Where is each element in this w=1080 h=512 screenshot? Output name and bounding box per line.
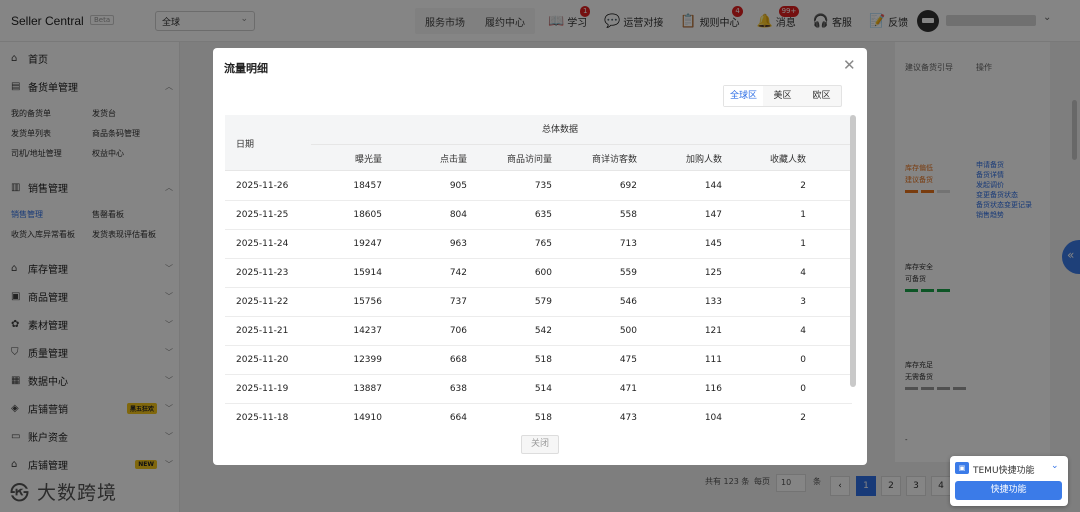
table-cell: 559 [619, 268, 637, 278]
table-cell: 18457 [353, 181, 382, 191]
region-tabs: 全球区 美区 欧区 [723, 85, 842, 107]
table-cell: 125 [704, 268, 722, 278]
tab-us[interactable]: 美区 [763, 86, 802, 106]
table-header: 日期 总体数据 曝光量 点击量 商品访问量 商详访客数 加购人数 收藏人数 [225, 115, 852, 171]
table-cell: 104 [704, 413, 722, 422]
table-cell: 14237 [353, 326, 382, 336]
table-cell: 579 [534, 297, 552, 307]
table-cell: 19247 [353, 239, 382, 249]
cell-date: 2025-11-20 [236, 355, 289, 365]
cell-date: 2025-11-18 [236, 413, 289, 422]
table-cell: 147 [704, 210, 722, 220]
table-row: 2025-11-23 15914 742 600 559 125 4 [225, 259, 852, 288]
table-cell: 542 [534, 326, 552, 336]
table-cell: 706 [449, 326, 467, 336]
table-row: 2025-11-20 12399 668 518 475 111 0 [225, 346, 852, 375]
table-cell: 664 [449, 413, 467, 422]
table-row: 2025-11-21 14237 706 542 500 121 4 [225, 317, 852, 346]
table-cell: 4 [800, 268, 806, 278]
table-cell: 600 [534, 268, 552, 278]
table-cell: 500 [619, 326, 637, 336]
column-header-add-to-cart: 加购人数 [685, 155, 722, 165]
table-cell: 546 [619, 297, 637, 307]
quick-panel-title: TEMU快捷功能 [973, 466, 1035, 476]
tab-eu[interactable]: 欧区 [802, 86, 841, 106]
table-cell: 1 [800, 239, 806, 249]
column-header-favorites: 收藏人数 [769, 155, 806, 165]
cell-date: 2025-11-26 [236, 181, 289, 191]
table-cell: 116 [704, 384, 722, 394]
column-header-impressions: 曝光量 [354, 155, 382, 165]
table-cell: 518 [534, 413, 552, 422]
table-row: 2025-11-25 18605 804 635 558 147 1 [225, 201, 852, 230]
table-cell: 471 [619, 384, 637, 394]
quick-function-button[interactable]: 快捷功能 [955, 481, 1062, 500]
column-header-product-visits: 商品访问量 [506, 155, 552, 165]
table-row: 2025-11-19 13887 638 514 471 116 0 [225, 375, 852, 404]
cell-date: 2025-11-23 [236, 268, 289, 278]
table-cell: 735 [534, 181, 552, 191]
collapse-icon[interactable]: ⌄ [1051, 461, 1059, 471]
table-cell: 692 [619, 181, 637, 191]
table-cell: 2 [800, 181, 806, 191]
table-cell: 14910 [353, 413, 382, 422]
quick-function-panel: ▣ TEMU快捷功能 ⌄ 快捷功能 [950, 456, 1068, 506]
table-cell: 804 [449, 210, 467, 220]
table-cell: 713 [619, 239, 637, 249]
table-cell: 1 [800, 210, 806, 220]
table-row: 2025-11-22 15756 737 579 546 133 3 [225, 288, 852, 317]
tab-global[interactable]: 全球区 [724, 86, 763, 106]
table-row: 2025-11-24 19247 963 765 713 145 1 [225, 230, 852, 259]
close-icon[interactable]: ✕ [843, 58, 856, 73]
table-cell: 473 [619, 413, 637, 422]
cell-date: 2025-11-21 [236, 326, 289, 336]
column-header-date: 日期 [236, 140, 255, 150]
table-cell: 4 [800, 326, 806, 336]
column-header-clicks: 点击量 [439, 155, 467, 165]
table-cell: 742 [449, 268, 467, 278]
table-cell: 905 [449, 181, 467, 191]
table-scrollbar[interactable] [850, 115, 856, 387]
table-row: 2025-11-18 14910 664 518 473 104 2 [225, 404, 852, 422]
table-cell: 668 [449, 355, 467, 365]
column-group-overall: 总体数据 [542, 125, 579, 135]
column-header-detail-visitors: 商详访客数 [591, 155, 637, 165]
table-cell: 15756 [353, 297, 382, 307]
table-row: 2025-11-26 18457 905 735 692 144 2 [225, 172, 852, 201]
traffic-detail-modal: 流量明细 ✕ 全球区 美区 欧区 日期 总体数据 曝光量 点击量 商品访问量 商… [213, 48, 867, 465]
table-cell: 518 [534, 355, 552, 365]
table-cell: 145 [704, 239, 722, 249]
table-cell: 638 [449, 384, 467, 394]
table-cell: 121 [704, 326, 722, 336]
table-cell: 475 [619, 355, 637, 365]
table-cell: 12399 [353, 355, 382, 365]
table-cell: 737 [449, 297, 467, 307]
table-cell: 963 [449, 239, 467, 249]
traffic-table: 日期 总体数据 曝光量 点击量 商品访问量 商详访客数 加购人数 收藏人数 20… [225, 115, 852, 422]
table-cell: 0 [800, 384, 806, 394]
table-cell: 111 [704, 355, 722, 365]
cell-date: 2025-11-24 [236, 239, 289, 249]
table-cell: 558 [619, 210, 637, 220]
modal-title: 流量明细 [224, 62, 268, 75]
cell-date: 2025-11-25 [236, 210, 289, 220]
table-cell: 765 [534, 239, 552, 249]
cell-date: 2025-11-19 [236, 384, 289, 394]
table-cell: 514 [534, 384, 552, 394]
table-cell: 13887 [353, 384, 382, 394]
table-cell: 0 [800, 355, 806, 365]
close-button[interactable]: 关闭 [521, 435, 559, 454]
table-cell: 133 [704, 297, 722, 307]
table-cell: 144 [704, 181, 722, 191]
temu-icon: ▣ [955, 462, 969, 474]
table-cell: 15914 [353, 268, 382, 278]
table-cell: 18605 [353, 210, 382, 220]
table-cell: 3 [800, 297, 806, 307]
cell-date: 2025-11-22 [236, 297, 289, 307]
table-cell: 635 [534, 210, 552, 220]
table-cell: 2 [800, 413, 806, 422]
